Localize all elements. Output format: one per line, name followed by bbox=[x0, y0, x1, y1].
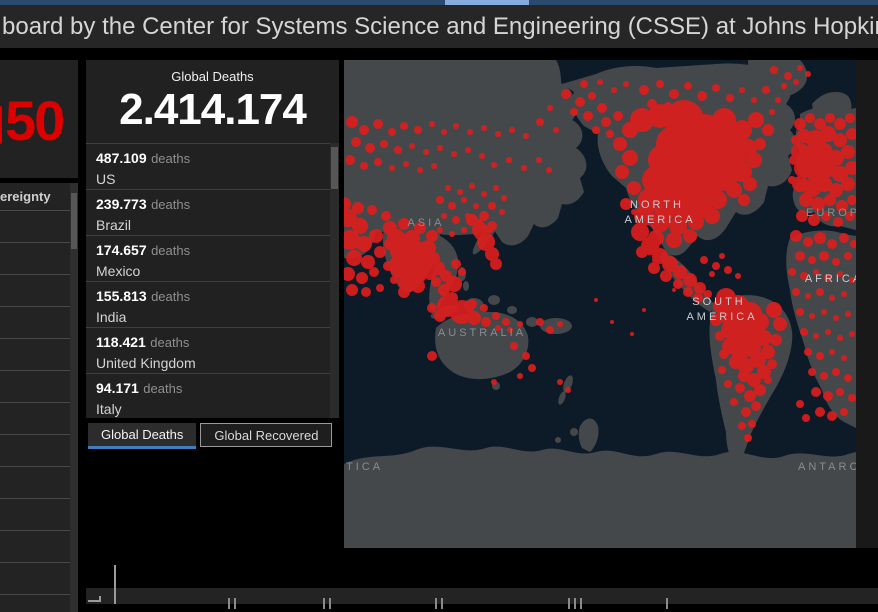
death-unit-label: deaths bbox=[151, 197, 190, 212]
table-row[interactable] bbox=[0, 211, 70, 243]
svg-text:TICA: TICA bbox=[346, 461, 383, 473]
death-count: 94.171 bbox=[96, 380, 139, 396]
world-map-canvas[interactable]: ASIA AUSTRALIA NORTH AMERICA EUROP AFRICA SOUT… bbox=[344, 60, 856, 548]
sovereignty-table-panel: ereignty bbox=[0, 183, 78, 612]
table-header: ereignty bbox=[0, 183, 78, 211]
chart-tick-fragment bbox=[435, 598, 437, 609]
chart-tick-fragment bbox=[574, 598, 576, 609]
svg-text:AUSTRALIA: AUSTRALIA bbox=[438, 327, 526, 339]
svg-text:AMERICA: AMERICA bbox=[686, 311, 757, 323]
death-unit-label: deaths bbox=[151, 151, 190, 166]
global-deaths-panel: Global Deaths 2.414.174 487.109 deaths US… bbox=[86, 60, 339, 418]
region-name: Mexico bbox=[96, 263, 330, 279]
list-item[interactable]: 155.813 deaths India bbox=[86, 282, 330, 328]
chart-tick-fragment bbox=[323, 598, 325, 609]
left-row-list bbox=[0, 211, 70, 595]
left-panel-scrollbar[interactable] bbox=[70, 183, 78, 612]
dashboard-viewport: board by the Center for Systems Science … bbox=[0, 0, 878, 612]
death-unit-label: deaths bbox=[143, 381, 182, 396]
chart-axis-fragment bbox=[114, 565, 116, 604]
death-count: 118.421 bbox=[96, 334, 146, 350]
global-deaths-total: 2.414.174 bbox=[86, 85, 339, 135]
right-panel-edge bbox=[856, 60, 878, 548]
table-row[interactable] bbox=[0, 403, 70, 435]
svg-text:AMERICA: AMERICA bbox=[624, 214, 695, 226]
table-row[interactable] bbox=[0, 371, 70, 403]
world-map[interactable]: ASIA AUSTRALIA NORTH AMERICA EUROP AFRICA SOUT… bbox=[344, 60, 856, 548]
cropped-digit-fragment bbox=[0, 106, 2, 144]
svg-text:SOUTH: SOUTH bbox=[692, 296, 746, 308]
table-row[interactable] bbox=[0, 531, 70, 563]
title-bar: board by the Center for Systems Science … bbox=[0, 5, 878, 48]
table-row[interactable] bbox=[0, 435, 70, 467]
svg-text:NORTH: NORTH bbox=[630, 199, 684, 211]
table-header-label: ereignty bbox=[0, 189, 51, 204]
death-count: 174.657 bbox=[96, 242, 147, 258]
table-row[interactable] bbox=[0, 467, 70, 499]
svg-text:ANTARC: ANTARC bbox=[798, 461, 856, 473]
list-item[interactable]: 239.773 deaths Brazil bbox=[86, 190, 330, 236]
list-item[interactable]: 174.657 deaths Mexico bbox=[86, 236, 330, 282]
svg-text:EUROP: EUROP bbox=[806, 207, 856, 219]
table-row[interactable] bbox=[0, 563, 70, 595]
region-name: United Kingdom bbox=[96, 355, 330, 371]
region-name: Italy bbox=[96, 401, 330, 417]
panel-title: Global Deaths bbox=[86, 60, 339, 84]
list-item[interactable]: 118.421 deaths United Kingdom bbox=[86, 328, 330, 374]
tab-global-deaths[interactable]: Global Deaths bbox=[88, 423, 196, 449]
region-name: Brazil bbox=[96, 217, 330, 233]
chart-tick-fragment bbox=[580, 598, 582, 609]
table-row[interactable] bbox=[0, 499, 70, 531]
svg-text:AFRICA: AFRICA bbox=[805, 273, 856, 285]
region-name: India bbox=[96, 309, 330, 325]
left-panel-scrollbar-thumb[interactable] bbox=[71, 193, 77, 249]
chart-tick-fragment bbox=[228, 598, 230, 609]
death-unit-label: deaths bbox=[151, 289, 190, 304]
chart-tick-fragment bbox=[568, 598, 570, 609]
total-cases-panel: 50 bbox=[0, 60, 78, 178]
chart-tick-fragment bbox=[234, 598, 236, 609]
tab-bar: Global DeathsGlobal Recovered bbox=[88, 423, 332, 449]
tab-global-recovered[interactable]: Global Recovered bbox=[200, 423, 332, 447]
table-row[interactable] bbox=[0, 243, 70, 275]
list-item[interactable]: 94.171 deaths Italy bbox=[86, 374, 330, 418]
chart-axis-fragment bbox=[99, 596, 101, 602]
chart-tick-fragment bbox=[441, 598, 443, 609]
death-list-scrollbar[interactable] bbox=[330, 143, 339, 418]
svg-text:ASIA: ASIA bbox=[407, 217, 444, 229]
region-name: US bbox=[96, 171, 330, 187]
death-list: 487.109 deaths US 239.773 deaths Brazil 174.… bbox=[86, 143, 330, 418]
death-count: 239.773 bbox=[96, 196, 147, 212]
chart-tick-fragment bbox=[666, 598, 668, 609]
death-count: 155.813 bbox=[96, 288, 147, 304]
death-unit-label: deaths bbox=[151, 243, 190, 258]
table-row[interactable] bbox=[0, 275, 70, 307]
death-list-scrollbar-thumb[interactable] bbox=[331, 147, 338, 189]
death-unit-label: deaths bbox=[150, 335, 189, 350]
total-cases-counter: 50 bbox=[5, 88, 63, 153]
table-row[interactable] bbox=[0, 339, 70, 371]
chart-tick-fragment bbox=[329, 598, 331, 609]
page-title: board by the Center for Systems Science … bbox=[2, 5, 878, 48]
death-count: 487.109 bbox=[96, 150, 147, 166]
bottom-panel-edge bbox=[86, 588, 878, 604]
list-item[interactable]: 487.109 deaths US bbox=[86, 144, 330, 190]
table-row[interactable] bbox=[0, 307, 70, 339]
